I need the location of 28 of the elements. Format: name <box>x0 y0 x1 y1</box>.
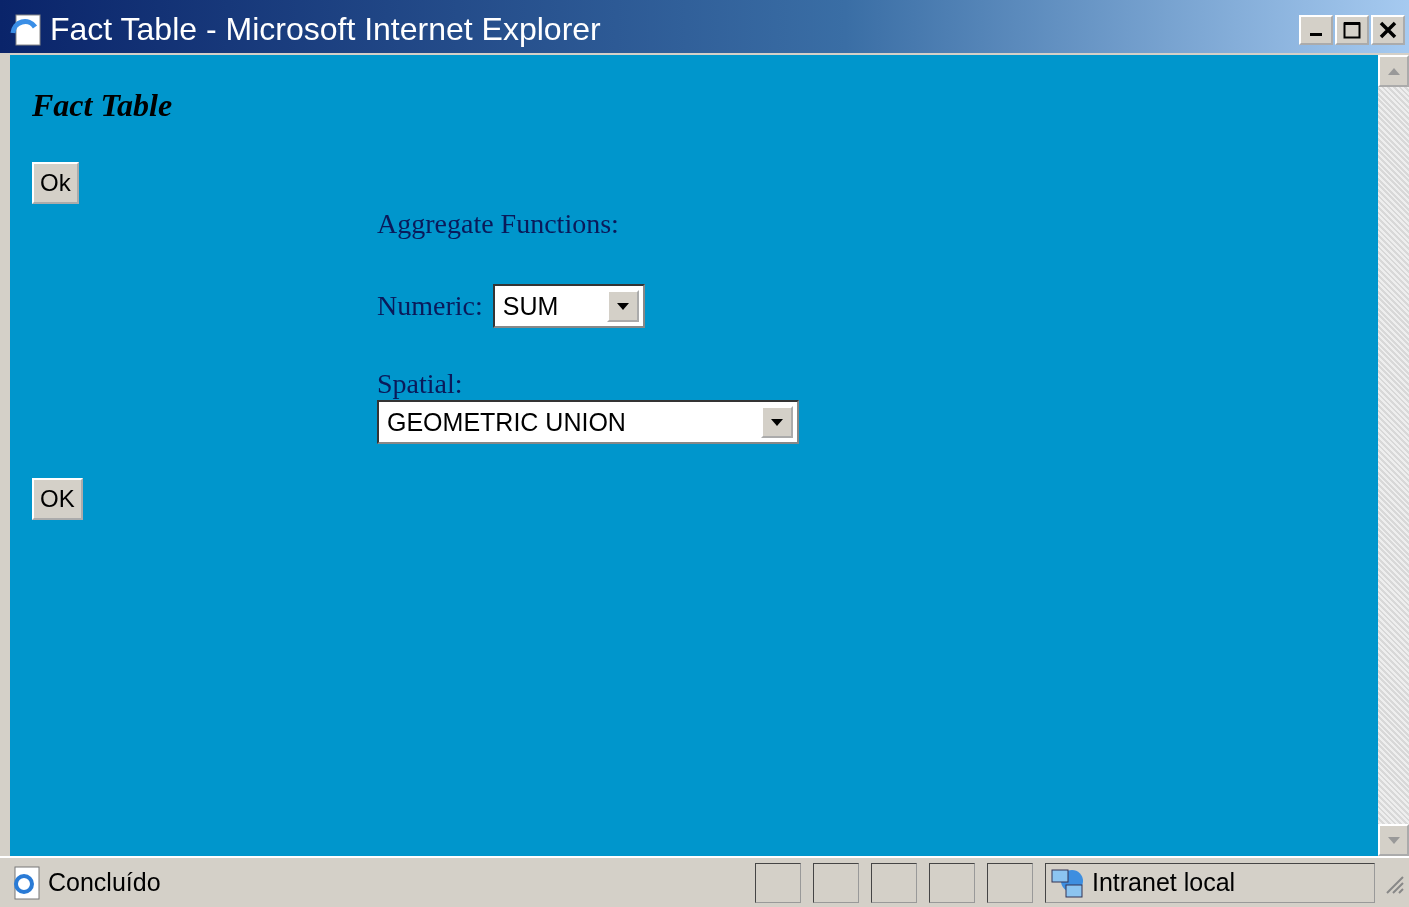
window-title: Fact Table - Microsoft Internet Explorer <box>50 11 602 48</box>
caret-icon <box>616 302 629 310</box>
status-text: Concluído <box>48 868 161 897</box>
ok-button[interactable]: Ok <box>32 162 79 204</box>
minimize-icon <box>1310 33 1322 36</box>
scroll-down-icon <box>1387 836 1400 844</box>
close-button[interactable] <box>1371 14 1405 45</box>
spatial-label: Spatial: <box>377 368 463 400</box>
zone-text: Intranet local <box>1092 868 1236 897</box>
caret-icon <box>771 418 783 426</box>
status-pane <box>813 862 859 903</box>
page-heading: Fact Table <box>32 87 173 124</box>
scroll-up-icon <box>1387 67 1400 75</box>
status-pane <box>871 862 917 903</box>
status-pane <box>755 862 801 903</box>
maximize-button[interactable] <box>1335 14 1369 45</box>
ok-button[interactable]: OK <box>32 478 83 520</box>
status-pane <box>987 862 1033 903</box>
network-icon <box>1050 866 1086 899</box>
status-pane <box>929 862 975 903</box>
maximize-icon <box>1343 20 1361 39</box>
close-icon <box>1379 20 1397 39</box>
minimize-button[interactable] <box>1299 14 1333 45</box>
numeric-label: Numeric: <box>377 290 483 322</box>
section-label: Aggregate Functions: <box>377 208 619 240</box>
browser-icon <box>10 12 44 47</box>
spatial-dropdown[interactable]: GEOMETRIC UNION <box>377 400 799 444</box>
numeric-dropdown[interactable]: SUM <box>492 284 645 328</box>
